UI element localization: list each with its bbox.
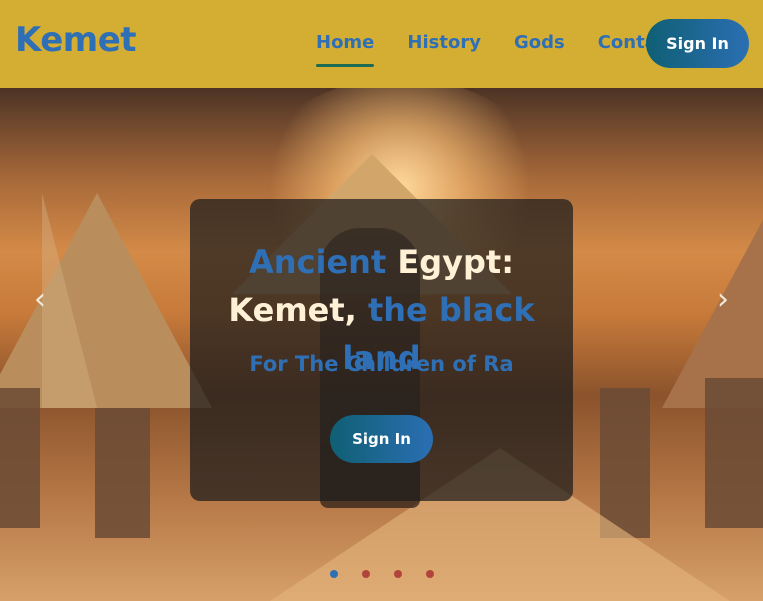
- carousel-dot-4[interactable]: [426, 570, 434, 578]
- hero-tagline: For The Children of Ra: [249, 352, 514, 376]
- nav-home-link[interactable]: Home: [316, 32, 375, 67]
- nav-gods-link[interactable]: Gods: [514, 32, 565, 61]
- hero-carousel: Ancient Egypt: Kemet, the black land For…: [0, 88, 763, 601]
- carousel-dot-1[interactable]: [330, 570, 338, 578]
- left-pillar-2: [95, 408, 150, 538]
- chevron-left-icon[interactable]: ‹: [28, 283, 52, 317]
- chevron-right-icon[interactable]: ›: [711, 283, 735, 317]
- headline-ancient: Ancient: [248, 243, 387, 281]
- nav-history-link[interactable]: History: [407, 32, 481, 61]
- carousel-dot-2[interactable]: [362, 570, 370, 578]
- carousel-dot-3[interactable]: [394, 570, 402, 578]
- carousel-dots: [330, 570, 434, 578]
- headline-kemet: Kemet,: [228, 291, 357, 329]
- left-pillar: [0, 388, 40, 528]
- hero-signin-button[interactable]: Sign In: [330, 415, 433, 463]
- headline-egypt: Egypt:: [386, 243, 515, 281]
- brand-logo[interactable]: Kemet: [15, 20, 137, 60]
- top-navbar: Kemet Home History Gods Contact Sign In: [0, 0, 763, 88]
- signin-button[interactable]: Sign In: [646, 19, 749, 68]
